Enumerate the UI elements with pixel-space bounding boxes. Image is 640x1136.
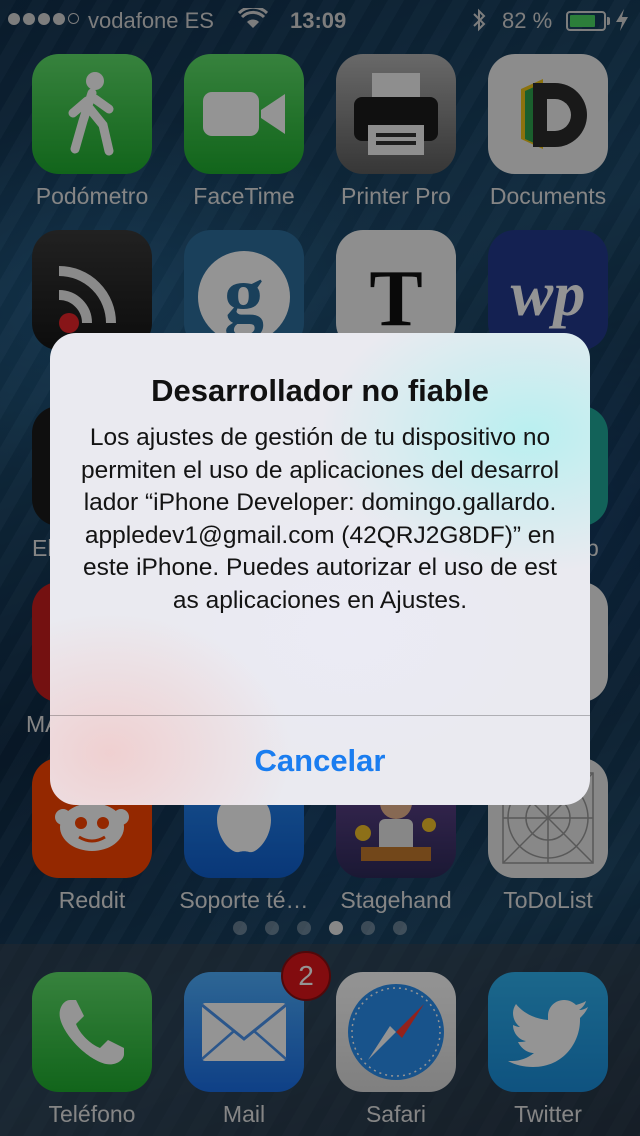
alert-title: Desarrollador no fiable [151,373,489,408]
untrusted-developer-alert: Desarrollador no fiable Los ajustes de g… [50,333,590,805]
cancel-button[interactable]: Cancelar [50,716,590,805]
alert-message: Los ajustes de gestión de tu dispositivo… [80,424,560,614]
